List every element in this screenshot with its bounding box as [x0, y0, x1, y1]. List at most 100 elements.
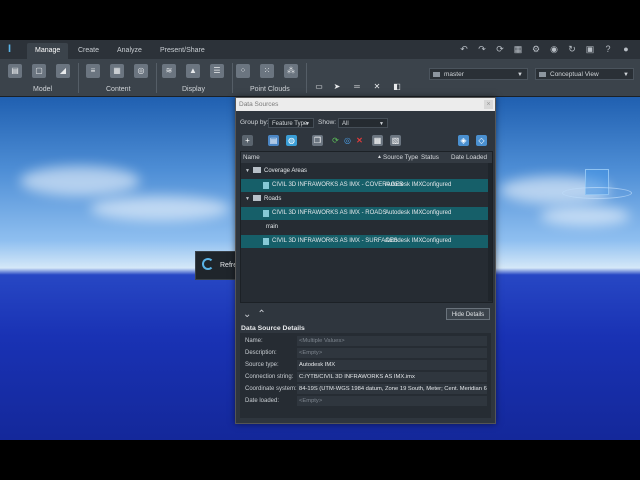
tab-manage[interactable]: Manage [27, 43, 69, 59]
terrain-icon[interactable]: ▲ [186, 64, 200, 78]
layout-icon[interactable]: ▣ [584, 43, 596, 55]
row-status: Configured [422, 182, 452, 188]
row-source-type: Autodesk IMX [385, 210, 423, 216]
ribbon-divider [232, 63, 233, 93]
detail-connection-string-field[interactable]: C:/YTB/CIVIL 3D INFRAWORKS AS IMX.imx [297, 372, 487, 382]
redo-icon[interactable]: ↷ [476, 43, 488, 55]
app-logo-icon[interactable]: I [8, 43, 16, 55]
row-source-type: Autodesk IMX [385, 238, 423, 244]
tab-present-share[interactable]: Present/Share [152, 43, 213, 59]
remove-icon[interactable]: ✕ [354, 135, 365, 146]
reload-icon[interactable]: ◎ [342, 135, 353, 146]
group-label-point-clouds[interactable]: Point Clouds [250, 86, 290, 93]
hide-details-button[interactable]: Hide Details [446, 308, 490, 320]
help-icon[interactable]: ? [602, 43, 614, 55]
table-row[interactable]: CIVIL 3D INFRAWORKS AS IMX - ROADS Autod… [241, 207, 492, 220]
select-arrow-icon[interactable]: ➤ [330, 80, 344, 94]
group-point-clouds: ⁘ ⁙ ⁂ Point Clouds [236, 62, 306, 94]
layers-icon[interactable]: ≋ [162, 64, 176, 78]
user-avatar-icon[interactable]: ● [620, 43, 632, 55]
measure-icon[interactable]: ═ [350, 80, 364, 94]
proposal-icon [433, 72, 440, 77]
collapse-icon[interactable]: ▼ [245, 165, 250, 178]
detail-label: Name: [245, 338, 263, 344]
ribbon-tab-bar: I Manage Create Analyze Present/Share ↶ … [0, 40, 640, 59]
detail-name-field[interactable]: <Multiple Values> [297, 336, 487, 346]
monitor-icon[interactable]: ▭ [312, 80, 326, 94]
tab-analyze[interactable]: Analyze [109, 43, 150, 59]
col-date-loaded[interactable]: Date Loaded [451, 152, 487, 163]
list-icon[interactable]: ☰ [210, 64, 224, 78]
point-cloud-icon[interactable]: ⁂ [284, 64, 298, 78]
table-row-group[interactable]: ▼ Coverage Areas [241, 165, 492, 178]
settings-icon[interactable]: ⚙ [530, 43, 542, 55]
group-cell: Coverage Areas [253, 165, 307, 178]
copy-icon[interactable]: ❐ [312, 135, 323, 146]
detail-description-field[interactable]: <Empty> [297, 348, 487, 358]
model-tool-icon[interactable]: ▤ [8, 64, 22, 78]
sync-icon[interactable]: ⟳ [494, 43, 506, 55]
col-source-type[interactable]: Source Type [383, 152, 418, 163]
group-name: Roads [264, 196, 282, 202]
grid-icon[interactable]: ▦ [512, 43, 524, 55]
globe-icon[interactable]: ◉ [548, 43, 560, 55]
model-tool-icon[interactable]: ◢ [56, 64, 70, 78]
group-name: rrain [266, 224, 279, 230]
refresh-source-icon[interactable]: ⟳ [330, 135, 341, 146]
cross-tool-icon[interactable]: ✕ [370, 80, 384, 94]
dialog-title: Data Sources [239, 101, 279, 108]
collapse-tree-icon[interactable]: ◇ [476, 135, 487, 146]
cloud [540, 206, 630, 226]
view-cube-ring[interactable] [562, 187, 632, 199]
dialog-title-bar[interactable]: Data Sources × [236, 98, 495, 111]
detail-date-loaded-field: <Empty> [297, 396, 487, 406]
file-icon [263, 238, 269, 245]
group-cell: Roads [253, 193, 281, 206]
details-panel: Name: <Multiple Values> Description: <Em… [240, 333, 491, 418]
group-label-model[interactable]: Model [33, 86, 52, 93]
group-by-select[interactable]: Feature Type ▼ [268, 118, 314, 128]
proposal-dropdown[interactable]: master ▼ [429, 68, 528, 80]
close-icon[interactable]: × [484, 100, 493, 109]
connect-icon[interactable]: ◍ [286, 135, 297, 146]
import-icon[interactable]: ▦ [372, 135, 383, 146]
col-name[interactable]: Name [243, 152, 260, 163]
table-scrollbar[interactable] [488, 163, 492, 301]
group-name: Coverage Areas [264, 168, 308, 174]
undo-icon[interactable]: ↶ [458, 43, 470, 55]
collapse-icon[interactable]: ▼ [245, 193, 250, 206]
row-status: Configured [422, 210, 452, 216]
col-status[interactable]: Status [421, 152, 439, 163]
group-content: ≡ ▦ ◎ Content [82, 62, 154, 94]
collapse-all-icon[interactable]: ⌃ [257, 309, 271, 320]
detail-coordinate-system-field[interactable]: 84-19S (UTM-WGS 1984 datum, Zone 19 Sout… [297, 384, 487, 394]
ribbon-divider [156, 63, 157, 93]
row-name: CIVIL 3D INFRAWORKS AS IMX - ROADS [272, 210, 387, 216]
table-row[interactable]: CIVIL 3D INFRAWORKS AS IMX - SURFACES Au… [241, 235, 492, 248]
chevron-down-icon: ▼ [623, 72, 629, 78]
tab-create[interactable]: Create [70, 43, 107, 59]
table-row-group[interactable]: ▼ Roads [241, 193, 492, 206]
panel-tool-icon[interactable]: ◧ [390, 80, 404, 94]
expand-tree-icon[interactable]: ◈ [458, 135, 469, 146]
point-cloud-icon[interactable]: ⁘ [236, 64, 250, 78]
add-source-icon[interactable]: + [242, 135, 253, 146]
expand-all-icon[interactable]: ⌄ [243, 309, 257, 320]
group-label-display[interactable]: Display [182, 86, 205, 93]
chevron-down-icon: ▼ [517, 72, 523, 78]
group-by-label: Group by: [240, 119, 269, 126]
view-mode-dropdown[interactable]: Conceptual View ▼ [535, 68, 634, 80]
point-cloud-icon[interactable]: ⁙ [260, 64, 274, 78]
refresh-icon[interactable]: ↻ [566, 43, 578, 55]
group-label-content[interactable]: Content [106, 86, 131, 93]
configure-icon[interactable]: ▤ [268, 135, 279, 146]
folder-icon [253, 167, 261, 174]
table-row[interactable]: CIVIL 3D INFRAWORKS AS IMX - COVERAGES A… [241, 179, 492, 192]
table-row-group[interactable]: rrain [241, 221, 492, 234]
table-icon[interactable]: ▦ [110, 64, 124, 78]
globe-content-icon[interactable]: ◎ [134, 64, 148, 78]
data-sources-icon[interactable]: ≡ [86, 64, 100, 78]
show-select[interactable]: All ▼ [338, 118, 388, 128]
model-tool-icon[interactable]: ▢ [32, 64, 46, 78]
export-icon[interactable]: ▧ [390, 135, 401, 146]
